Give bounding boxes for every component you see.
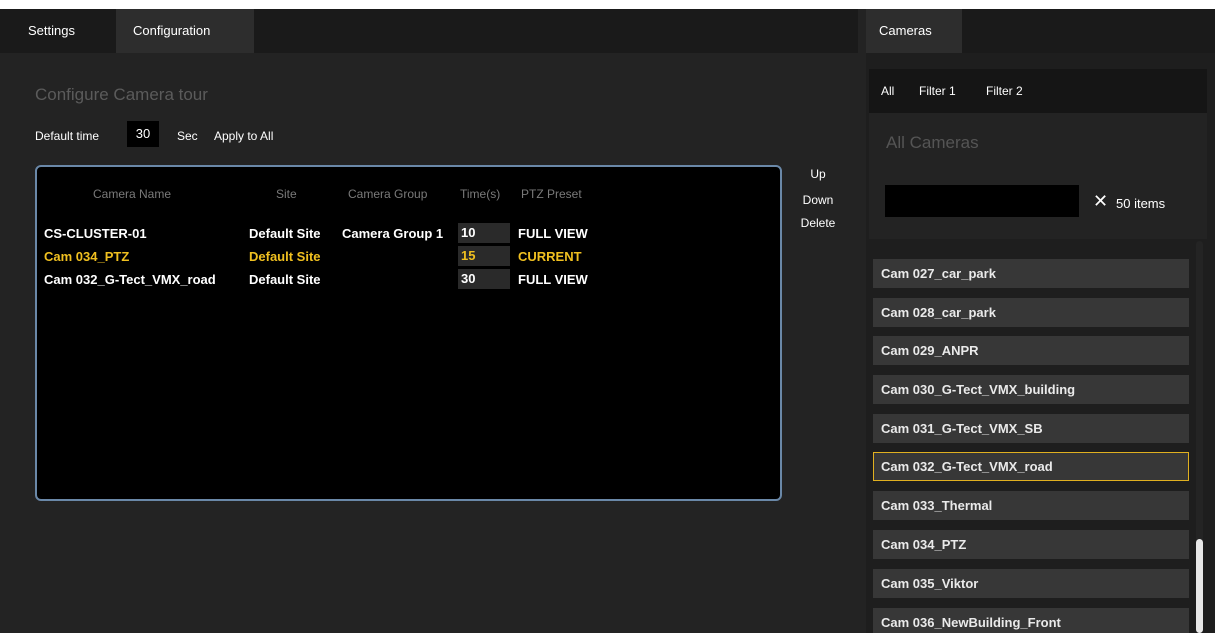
- filter-tab-2[interactable]: Filter 2: [986, 69, 1023, 113]
- tab-settings[interactable]: Settings: [15, 9, 107, 53]
- camera-list: Cam 027_car_park Cam 028_car_park Cam 02…: [869, 239, 1207, 633]
- list-item[interactable]: Cam 029_ANPR: [873, 336, 1189, 365]
- cell-site: Default Site: [249, 272, 321, 287]
- list-item[interactable]: Cam 036_NewBuilding_Front: [873, 608, 1189, 633]
- cell-camera-group: Camera Group 1: [342, 226, 444, 241]
- time-input[interactable]: 30: [458, 269, 510, 289]
- app-window: Settings Configuration Configure Camera …: [0, 9, 1215, 633]
- time-input[interactable]: 10: [458, 223, 510, 243]
- list-item[interactable]: Cam 034_PTZ: [873, 530, 1189, 559]
- list-item[interactable]: Cam 030_G-Tect_VMX_building: [873, 375, 1189, 404]
- default-time-input[interactable]: 30: [127, 121, 159, 147]
- header-time: Time(s): [460, 187, 501, 201]
- time-input[interactable]: 15: [458, 246, 510, 266]
- apply-to-all-button[interactable]: Apply to All: [214, 129, 273, 143]
- header-ptz-preset: PTZ Preset: [521, 187, 582, 201]
- down-button[interactable]: Down: [793, 193, 843, 207]
- filter-tabbar: All Filter 1 Filter 2: [869, 69, 1207, 113]
- cameras-tabbar: Cameras: [866, 9, 1215, 53]
- main-tabbar: Settings Configuration: [0, 9, 858, 53]
- up-button[interactable]: Up: [793, 167, 843, 181]
- camera-tour-table: Camera Name Site Camera Group Time(s) PT…: [35, 165, 782, 501]
- header-site: Site: [276, 187, 297, 201]
- cell-ptz-preset[interactable]: FULL VIEW: [518, 226, 588, 241]
- tab-configuration[interactable]: Configuration: [116, 9, 254, 53]
- delete-button[interactable]: Delete: [793, 216, 843, 230]
- cell-camera-name: Cam 032_G-Tect_VMX_road: [44, 272, 216, 287]
- list-item[interactable]: Cam 031_G-Tect_VMX_SB: [873, 414, 1189, 443]
- close-icon[interactable]: ✕: [1093, 191, 1108, 212]
- cell-site: Default Site: [249, 226, 321, 241]
- page-title: Configure Camera tour: [35, 85, 208, 104]
- item-count: 50 items: [1116, 196, 1166, 211]
- header-camera-group: Camera Group: [348, 187, 428, 201]
- search-input[interactable]: [885, 185, 1079, 217]
- cell-camera-name: Cam 034_PTZ: [44, 249, 130, 264]
- table-row[interactable]: Cam 032_G-Tect_VMX_road Default Site 30 …: [37, 269, 780, 289]
- tab-cameras[interactable]: Cameras: [866, 9, 962, 53]
- scrollbar-thumb[interactable]: [1196, 539, 1203, 633]
- list-item-selected[interactable]: Cam 032_G-Tect_VMX_road: [873, 452, 1189, 481]
- list-item[interactable]: Cam 033_Thermal: [873, 491, 1189, 520]
- cell-ptz-preset[interactable]: FULL VIEW: [518, 272, 588, 287]
- default-time-label: Default time: [35, 129, 100, 143]
- cameras-title: All Cameras: [886, 133, 979, 152]
- list-item[interactable]: Cam 035_Viktor: [873, 569, 1189, 598]
- configuration-panel: Settings Configuration Configure Camera …: [0, 9, 858, 633]
- cell-camera-name: CS-CLUSTER-01: [44, 226, 147, 241]
- list-item[interactable]: Cam 027_car_park: [873, 259, 1189, 288]
- table-row-selected[interactable]: Cam 034_PTZ Default Site 15 CURRENT: [37, 246, 780, 266]
- cameras-panel: Cameras All Filter 1 Filter 2 All Camera…: [866, 9, 1215, 633]
- cell-ptz-preset[interactable]: CURRENT: [518, 249, 582, 264]
- list-item[interactable]: Cam 028_car_park: [873, 298, 1189, 327]
- filter-panel: All Cameras ✕ 50 items: [869, 113, 1207, 239]
- sec-label: Sec: [177, 129, 198, 143]
- table-row[interactable]: CS-CLUSTER-01 Default Site Camera Group …: [37, 223, 780, 243]
- cell-site: Default Site: [249, 249, 321, 264]
- filter-tab-all[interactable]: All: [881, 69, 894, 113]
- filter-tab-1[interactable]: Filter 1: [919, 69, 956, 113]
- header-camera-name: Camera Name: [93, 187, 172, 201]
